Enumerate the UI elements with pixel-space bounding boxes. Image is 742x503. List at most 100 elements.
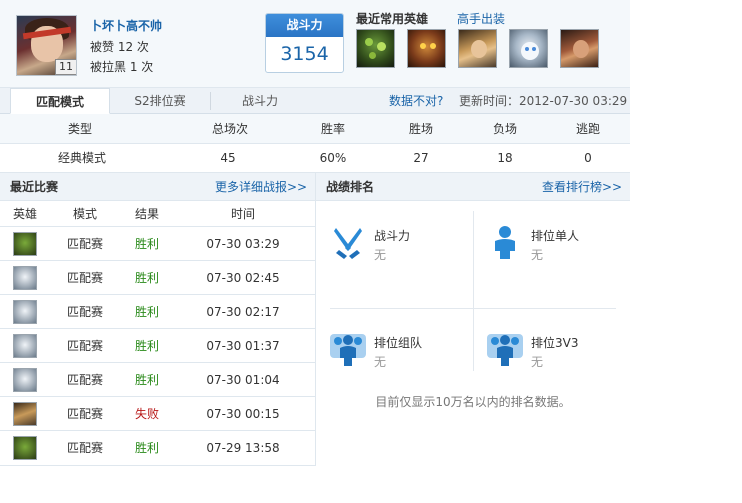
match-hero-icon <box>13 266 37 290</box>
match-row[interactable]: 匹配赛 失败 07-30 00:15 <box>0 397 315 431</box>
expert-build-link[interactable]: 高手出装 <box>457 10 505 27</box>
match-hero-icon <box>13 368 37 392</box>
tab-power[interactable]: 战斗力 <box>210 88 310 114</box>
match-result: 胜利 <box>134 305 159 319</box>
mode-tabs: 匹配模式 S2排位赛 战斗力 数据不对? 更新时间：2012-07-30 03:… <box>0 88 630 114</box>
ranking-title-bar: 战绩排名 查看排行榜>> <box>316 173 630 201</box>
rank-name: 战斗力 <box>374 229 411 243</box>
stats-type: 经典模式 <box>57 151 106 165</box>
rank-value: 无 <box>531 355 544 369</box>
match-result: 胜利 <box>134 373 159 387</box>
hero-icon-1[interactable] <box>356 29 395 68</box>
rank-value: 无 <box>374 355 387 369</box>
match-mode: 匹配赛 <box>66 237 103 251</box>
match-result: 胜利 <box>134 237 159 251</box>
power-title: 战斗力 <box>266 14 343 37</box>
single-user-icon <box>495 226 515 259</box>
match-mode: 匹配赛 <box>66 305 103 319</box>
rank-item-team: 排位组队 无 <box>316 308 473 393</box>
match-time: 07-30 01:37 <box>206 339 280 353</box>
more-reports-link[interactable]: 更多详细战报>> <box>215 173 307 201</box>
stats-header-winrate: 胜率 <box>320 122 345 136</box>
rank-item-solo: 排位单人 无 <box>473 201 630 286</box>
match-row[interactable]: 匹配赛 胜利 07-29 13:58 <box>0 431 315 465</box>
match-mode: 匹配赛 <box>66 271 103 285</box>
rank-item-3v3: 排位3V3 无 <box>473 308 630 393</box>
rank-value: 无 <box>531 248 544 262</box>
match-result: 胜利 <box>134 339 159 353</box>
recent-matches-title-bar: 最近比赛 更多详细战报>> <box>0 173 315 201</box>
update-time: 更新时间：2012-07-30 03:29 <box>459 94 628 108</box>
rank-name: 排位单人 <box>531 229 580 243</box>
hero-icon-3[interactable] <box>458 29 497 68</box>
stats-header-type: 类型 <box>67 122 92 136</box>
stats-header-escapes: 逃跑 <box>575 122 600 136</box>
rank-item-power: 战斗力 无 <box>316 201 473 286</box>
tab-match-mode[interactable]: 匹配模式 <box>10 88 110 114</box>
avatar: 11 <box>16 15 77 76</box>
match-row[interactable]: 匹配赛 胜利 07-30 01:37 <box>0 329 315 363</box>
match-mode: 匹配赛 <box>66 441 103 455</box>
match-time: 07-30 03:29 <box>206 237 280 251</box>
matches-header-row: 英雄 模式 结果 时间 <box>0 201 315 227</box>
stats-escapes: 0 <box>584 151 592 165</box>
match-hero-icon <box>13 300 37 324</box>
hero-icon-5[interactable] <box>560 29 599 68</box>
matches-header-time: 时间 <box>230 207 255 221</box>
match-row[interactable]: 匹配赛 胜利 07-30 01:04 <box>0 363 315 397</box>
stats-winrate: 60% <box>319 151 347 165</box>
ranking-title: 战绩排名 <box>326 180 375 194</box>
team-users-icon <box>330 334 366 366</box>
match-result: 胜利 <box>134 271 159 285</box>
ranking-panel: 战绩排名 查看排行榜>> 战斗力 无 排位单人 无 排位组队 无 排位3V3 无… <box>316 173 630 466</box>
level-badge: 11 <box>55 59 76 75</box>
likes-count: 被赞 12 次 <box>90 40 149 54</box>
rank-name: 排位组队 <box>374 336 423 350</box>
ranking-note: 目前仅显示10万名以内的排名数据。 <box>375 395 571 409</box>
match-row[interactable]: 匹配赛 胜利 07-30 02:45 <box>0 261 315 295</box>
match-hero-icon <box>13 334 37 358</box>
match-result: 胜利 <box>134 441 159 455</box>
stats-total: 45 <box>220 151 236 165</box>
data-wrong-link[interactable]: 数据不对? <box>389 88 443 114</box>
match-time: 07-30 02:17 <box>206 305 280 319</box>
stats-header-total: 总场次 <box>211 122 248 136</box>
view-leaderboard-link[interactable]: 查看排行榜>> <box>542 173 622 201</box>
match-time: 07-30 02:45 <box>206 271 280 285</box>
recent-matches-panel: 最近比赛 更多详细战报>> 英雄 模式 结果 时间 匹配赛 胜利 07-30 0… <box>0 173 316 466</box>
matches-header-mode: 模式 <box>72 207 97 221</box>
matches-header-result: 结果 <box>134 207 159 221</box>
match-result: 失败 <box>134 407 159 421</box>
recent-heroes-label: 最近常用英雄 <box>356 12 429 26</box>
match-mode: 匹配赛 <box>66 407 103 421</box>
match-hero-icon <box>13 436 37 460</box>
match-time: 07-29 13:58 <box>206 441 280 455</box>
match-hero-icon <box>13 232 37 256</box>
match-time: 07-30 00:15 <box>206 407 280 421</box>
tab-s2-ranked[interactable]: S2排位赛 <box>110 88 210 114</box>
blocks-count: 被拉黑 1 次 <box>90 60 154 74</box>
match-mode: 匹配赛 <box>66 373 103 387</box>
stats-row: 经典模式 45 60% 27 18 0 <box>0 144 630 173</box>
power-box: 战斗力 3154 <box>265 13 344 73</box>
match-row[interactable]: 匹配赛 胜利 07-30 03:29 <box>0 227 315 261</box>
stats-header-row: 类型 总场次 胜率 胜场 负场 逃跑 <box>0 114 630 144</box>
team-users-icon <box>487 334 523 366</box>
power-value: 3154 <box>280 43 329 65</box>
match-mode: 匹配赛 <box>66 339 103 353</box>
hero-icon-2[interactable] <box>407 29 446 68</box>
ranking-grid: 战斗力 无 排位单人 无 排位组队 无 排位3V3 无 目前仅显示10万名以内的… <box>316 201 630 409</box>
rank-value: 无 <box>374 248 387 262</box>
match-hero-icon <box>13 402 37 426</box>
rank-name: 排位3V3 <box>531 336 579 350</box>
recent-matches-title: 最近比赛 <box>10 180 59 194</box>
player-name[interactable]: 卜坏卜高不帅 <box>90 17 162 34</box>
match-row[interactable]: 匹配赛 胜利 07-30 02:17 <box>0 295 315 329</box>
match-time: 07-30 01:04 <box>206 373 280 387</box>
profile-header: 11 卜坏卜高不帅 被赞 12 次 被拉黑 1 次 战斗力 3154 最近常用英… <box>0 0 630 88</box>
matches-header-hero: 英雄 <box>12 207 37 221</box>
profile-page: 11 卜坏卜高不帅 被赞 12 次 被拉黑 1 次 战斗力 3154 最近常用英… <box>0 0 630 503</box>
crossed-swords-icon <box>334 228 362 259</box>
hero-icon-4[interactable] <box>509 29 548 68</box>
recent-heroes-list <box>356 29 599 68</box>
